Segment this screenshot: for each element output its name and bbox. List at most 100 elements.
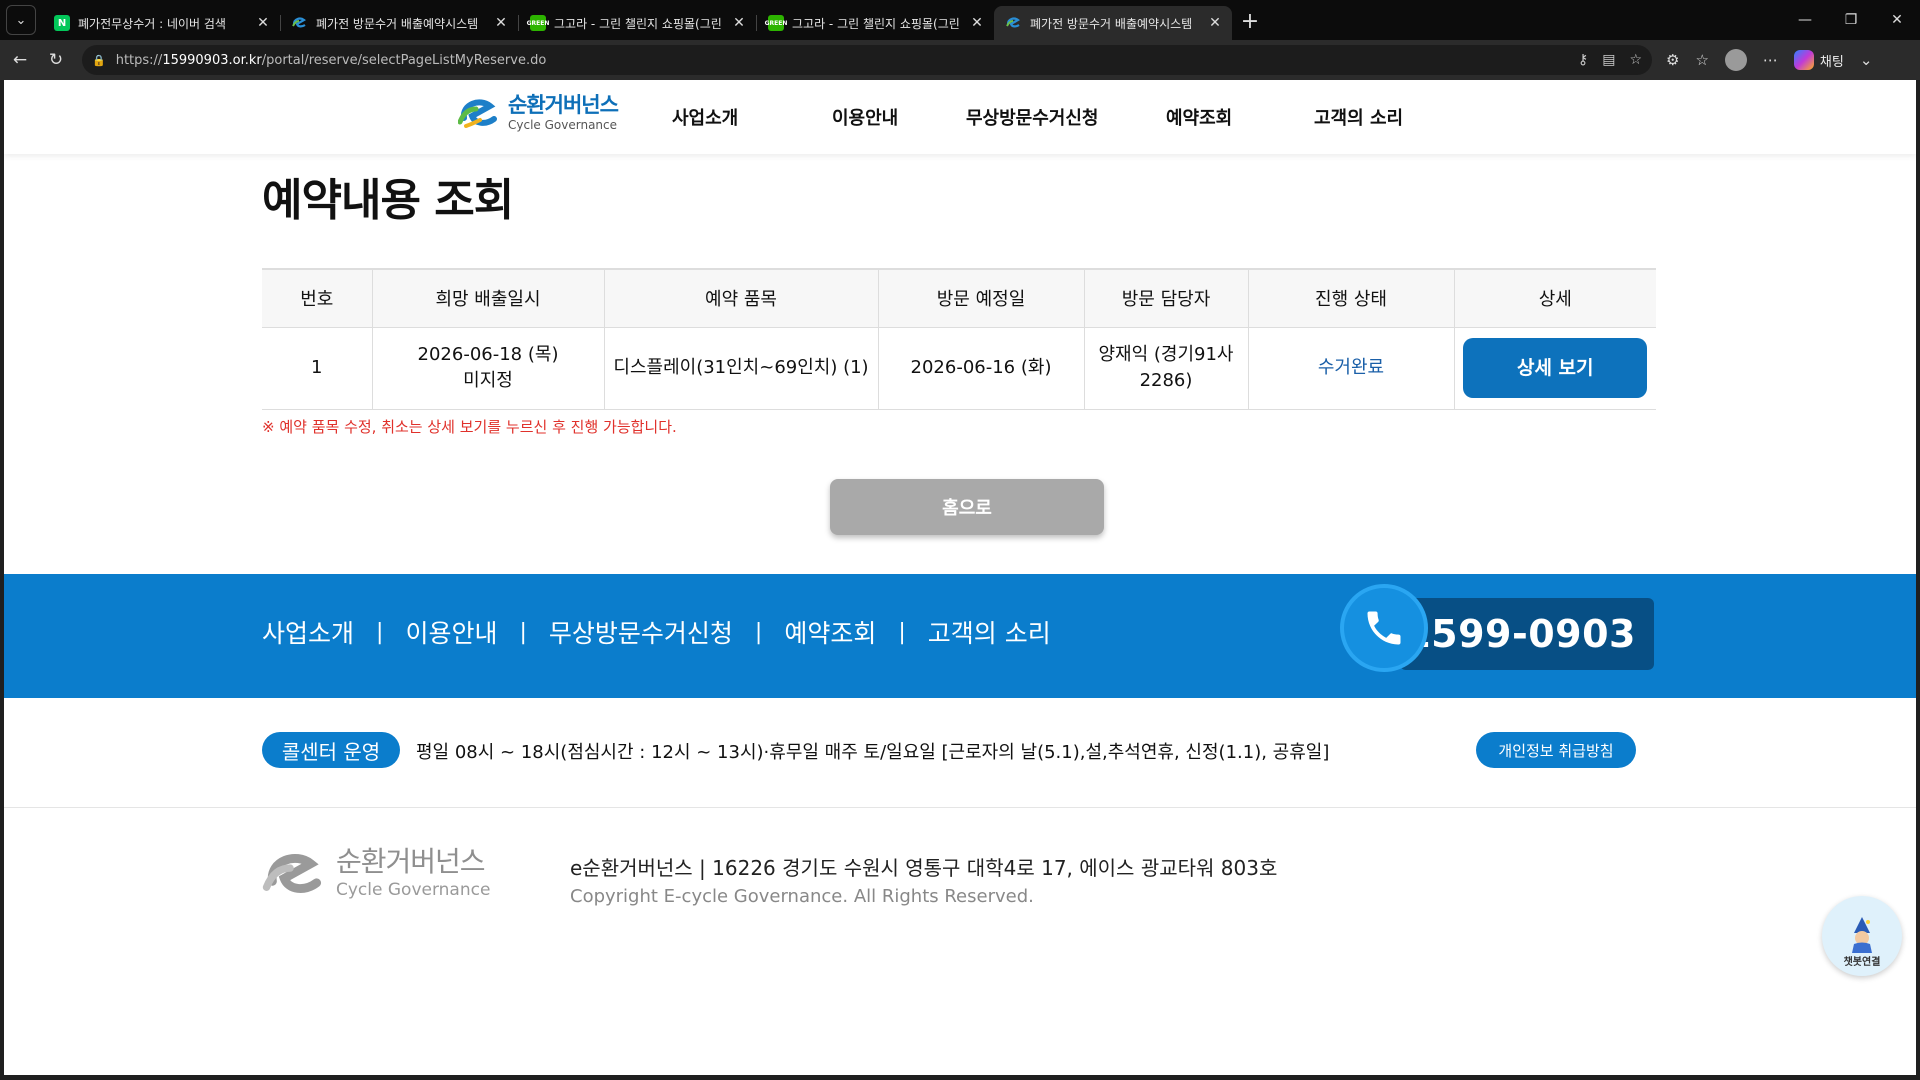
site-header: 순환거버넌스 Cycle Governance 사업소개 이용안내 무상방문수거…: [4, 80, 1916, 154]
tab-close-icon[interactable]: ✕: [1206, 15, 1224, 31]
copilot-label: 채팅: [1819, 54, 1844, 70]
footer-nav-separator: |: [754, 619, 763, 645]
key-icon[interactable]: ⚷: [1578, 52, 1588, 68]
restore-icon[interactable]: ❐: [1828, 12, 1874, 28]
url-scheme: https://: [115, 52, 163, 68]
callcenter-badge: 콜센터 운영: [262, 732, 400, 768]
more-menu-icon[interactable]: ⋯: [1763, 51, 1778, 69]
copilot-button[interactable]: 채팅: [1793, 50, 1844, 70]
tab-actions-menu-icon[interactable]: ⌄: [6, 5, 36, 35]
footer-link-apply[interactable]: 무상방문수거신청: [549, 614, 733, 650]
nav-item-guide[interactable]: 이용안내: [832, 104, 898, 130]
browser-tab[interactable]: GREEN 그고라 - 그린 챌린지 쇼핑몰(그린 ✕: [518, 6, 756, 40]
browser-address-bar: ← ↻ 🔒 https://15990903.or.kr/portal/rese…: [0, 40, 1920, 80]
refresh-icon[interactable]: ↻: [40, 44, 72, 76]
cell-manager: 양재익 (경기91사 2286): [1083, 327, 1248, 410]
footer-logo-subtitle: Cycle Governance: [336, 880, 491, 900]
ecycle-icon: [292, 15, 308, 31]
copyright-text: Copyright E-cycle Governance. All Rights…: [570, 886, 1034, 907]
column-header-manager: 방문 담당자: [1083, 268, 1248, 328]
reservation-table: 번호 희망 배출일시 예약 품목 방문 예정일 방문 담당자 진행 상태 상세 …: [262, 268, 1656, 410]
column-header-desired-date: 희망 배출일시: [371, 268, 604, 328]
chatbot-button[interactable]: 챗봇연결: [1822, 896, 1902, 976]
close-window-icon[interactable]: ✕: [1874, 12, 1920, 28]
nav-item-business[interactable]: 사업소개: [672, 104, 738, 130]
extensions-icon[interactable]: ⚙: [1666, 51, 1679, 69]
reader-mode-icon[interactable]: ▤: [1602, 52, 1615, 68]
greenchallenge-icon: GREEN: [527, 15, 549, 31]
nav-item-apply[interactable]: 무상방문수거신청: [966, 104, 1098, 130]
footer-logo-title: 순환거버넌스: [336, 845, 486, 878]
nav-item-reservation[interactable]: 예약조회: [1166, 104, 1232, 130]
cell-status: 수거완료: [1247, 327, 1454, 410]
table-row: 1 2026-06-18 (목) 미지정 디스플레이(31인치~69인치) (1…: [262, 327, 1656, 410]
ecycle-logo-gray-icon: [262, 846, 330, 902]
manager-code: 2286): [1139, 370, 1193, 391]
greenchallenge-icon: GREEN: [765, 15, 787, 31]
phone-icon: [1340, 584, 1428, 672]
toolbar-right: ⚙ ☆ ⋯ 채팅 ⌄: [1666, 49, 1872, 71]
profile-avatar[interactable]: [1724, 49, 1747, 71]
browser-tab[interactable]: N 폐가전무상수거 : 네이버 검색 ✕: [42, 6, 280, 40]
footer-link-reservation[interactable]: 예약조회: [784, 614, 876, 650]
naver-icon: N: [54, 15, 70, 31]
tab-title: 폐가전 방문수거 배출예약시스템: [316, 16, 479, 31]
desired-date: 2026-06-18 (목): [417, 343, 559, 365]
favorite-star-icon[interactable]: ☆: [1629, 52, 1642, 68]
page-viewport: 순환거버넌스 Cycle Governance 사업소개 이용안내 무상방문수거…: [4, 80, 1916, 1075]
url-host: 15990903.or.kr: [162, 52, 262, 68]
column-header-item: 예약 품목: [603, 268, 878, 328]
detail-view-button[interactable]: 상세 보기: [1463, 338, 1648, 398]
column-header-status: 진행 상태: [1247, 268, 1454, 328]
favorites-icon[interactable]: ☆: [1695, 51, 1708, 69]
column-header-no: 번호: [262, 268, 372, 328]
footer-nav-separator: |: [519, 619, 527, 645]
browser-tab-bar: ⌄ N 폐가전무상수거 : 네이버 검색 ✕ 폐가전 방문수거 배출예약시스템 …: [0, 0, 1920, 40]
chatbot-wizard-icon: [1847, 917, 1877, 953]
footer-link-business[interactable]: 사업소개: [262, 614, 354, 650]
ecycle-logo-icon: [457, 94, 502, 132]
privacy-policy-button[interactable]: 개인정보 취급방침: [1476, 732, 1636, 768]
footer-link-voice[interactable]: 고객의 소리: [928, 614, 1051, 650]
url-field[interactable]: 🔒 https://15990903.or.kr/portal/reserve/…: [82, 45, 1652, 75]
window-controls: — ❐ ✕: [1782, 0, 1920, 40]
browser-tab[interactable]: GREEN 그고라 - 그린 챌린지 쇼핑몰(그린 ✕: [756, 6, 994, 40]
minimize-icon[interactable]: —: [1782, 12, 1828, 28]
manager-name: 양재익 (경기91사: [1098, 343, 1234, 365]
phone-number: 1599-0903: [1400, 598, 1654, 670]
tab-close-icon[interactable]: ✕: [968, 15, 986, 31]
tab-title: 폐가전 방문수거 배출예약시스템: [1030, 16, 1193, 31]
cell-visit-date: 2026-06-16 (화): [877, 327, 1084, 410]
tab-close-icon[interactable]: ✕: [730, 15, 748, 31]
column-header-visit-date: 방문 예정일: [877, 268, 1084, 328]
column-header-detail: 상세: [1453, 268, 1656, 328]
new-tab-icon[interactable]: +: [1232, 9, 1268, 34]
home-button[interactable]: 홈으로: [830, 479, 1104, 535]
site-logo[interactable]: 순환거버넌스 Cycle Governance: [457, 93, 619, 132]
tab-close-icon[interactable]: ✕: [492, 15, 510, 31]
cell-detail: 상세 보기: [1453, 327, 1656, 410]
logo-subtitle: Cycle Governance: [508, 118, 618, 132]
footer-navigation: 사업소개 | 이용안내 | 무상방문수거신청 | 예약조회 | 고객의 소리: [262, 614, 1051, 650]
footer-nav-separator: |: [898, 619, 906, 645]
desired-time: 미지정: [463, 370, 513, 391]
nav-item-voice[interactable]: 고객의 소리: [1314, 104, 1403, 130]
lock-icon: 🔒: [92, 53, 106, 67]
footer-nav-separator: |: [376, 619, 384, 645]
logo-title: 순환거버넌스: [508, 93, 619, 117]
ecycle-icon: [1006, 15, 1022, 31]
chevron-down-icon[interactable]: ⌄: [1860, 51, 1873, 69]
footer-nav-bar: 사업소개 | 이용안내 | 무상방문수거신청 | 예약조회 | 고객의 소리 1…: [4, 574, 1916, 698]
browser-tab[interactable]: 폐가전 방문수거 배출예약시스템 ✕: [280, 6, 518, 40]
tab-title: 그고라 - 그린 챌린지 쇼핑몰(그린: [554, 16, 722, 31]
browser-tab-active[interactable]: 폐가전 방문수거 배출예약시스템 ✕: [994, 6, 1232, 40]
tab-close-icon[interactable]: ✕: [254, 15, 272, 31]
callcenter-hours: 평일 08시 ~ 18시(점심시간 : 12시 ~ 13시)·휴무일 매주 토/…: [416, 742, 1330, 763]
url-path: /portal/reserve/selectPageListMyReserve.…: [261, 52, 547, 68]
tab-title: 폐가전무상수거 : 네이버 검색: [78, 16, 226, 31]
chatbot-label: 챗봇연결: [1843, 957, 1881, 968]
footer-link-guide[interactable]: 이용안내: [405, 614, 497, 650]
url-tools: ⚷ ▤ ☆: [1578, 52, 1642, 68]
copilot-icon: [1793, 50, 1814, 70]
back-icon[interactable]: ←: [4, 44, 36, 76]
